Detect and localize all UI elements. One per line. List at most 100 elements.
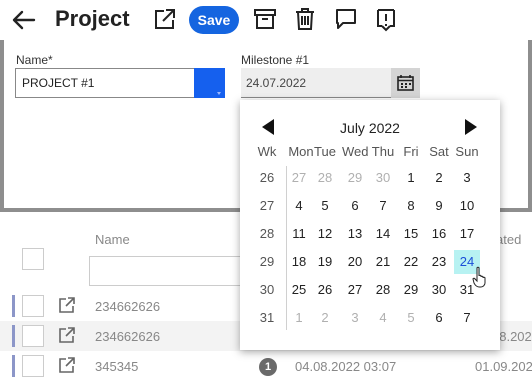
milestone-label: Milestone #1 — [241, 53, 310, 67]
archive-button[interactable] — [252, 6, 278, 32]
weekday-header: Wed — [342, 144, 369, 159]
back-button[interactable] — [8, 4, 40, 36]
calendar-day[interactable]: 17 — [454, 222, 480, 246]
hand-cursor-icon — [472, 266, 486, 288]
calendar-day[interactable]: 7 — [454, 306, 480, 330]
row-checkbox[interactable] — [22, 295, 44, 317]
open-external-icon[interactable] — [58, 356, 76, 374]
calendar-day[interactable]: 3 — [454, 166, 480, 190]
table-row[interactable]: 345345 1 04.08.2022 03:07 01.09.202 — [0, 351, 532, 381]
calendar-day[interactable]: 23 — [426, 250, 452, 274]
next-month-icon[interactable] — [465, 119, 477, 135]
week-number: 31 — [259, 310, 275, 325]
column-header-name[interactable]: Name — [95, 232, 130, 247]
calendar-day[interactable]: 28 — [370, 278, 396, 302]
calendar-day[interactable]: 11 — [286, 222, 312, 246]
comment-icon — [336, 9, 356, 29]
history-icon — [377, 9, 395, 32]
row-name: 234662626 — [95, 299, 161, 314]
calendar-day[interactable]: 1 — [286, 306, 312, 330]
calendar-day[interactable]: 29 — [342, 166, 368, 190]
week-number: 29 — [259, 254, 275, 269]
delete-icon — [296, 8, 314, 30]
comment-button[interactable] — [333, 6, 359, 32]
weekday-header: Fri — [403, 144, 419, 159]
name-label: Name* — [16, 53, 53, 67]
weekday-header: Wk — [257, 144, 277, 159]
calendar-day[interactable]: 7 — [370, 194, 396, 218]
row-checkbox[interactable] — [22, 355, 44, 377]
calendar-day[interactable]: 3 — [342, 306, 368, 330]
calendar-day[interactable]: 19 — [312, 250, 338, 274]
calendar-day[interactable]: 27 — [286, 166, 312, 190]
calendar-day[interactable]: 6 — [426, 306, 452, 330]
name-input[interactable]: PROJECT #1 — [15, 68, 195, 98]
row-indicator — [12, 325, 15, 347]
back-arrow-icon — [12, 10, 36, 30]
calendar-day[interactable]: 6 — [342, 194, 368, 218]
chevron-down-icon — [217, 92, 221, 95]
row-indicator — [12, 355, 15, 377]
calendar-day[interactable]: 18 — [286, 250, 312, 274]
calendar-icon — [397, 75, 414, 91]
calendar-day[interactable]: 2 — [312, 306, 338, 330]
calendar-month-label: July 2022 — [340, 120, 400, 136]
calendar-day[interactable]: 26 — [312, 278, 338, 302]
calendar-day[interactable]: 5 — [312, 194, 338, 218]
open-external-button[interactable] — [152, 6, 178, 32]
row-name: 234662626 — [95, 329, 161, 344]
calendar-day[interactable]: 25 — [286, 278, 312, 302]
calendar-day[interactable]: 15 — [398, 222, 424, 246]
calendar-day[interactable]: 30 — [370, 166, 396, 190]
calendar-day[interactable]: 13 — [342, 222, 368, 246]
calendar-day[interactable]: 10 — [454, 194, 480, 218]
row-checkbox[interactable] — [22, 325, 44, 347]
weekday-header: Sat — [429, 144, 449, 159]
weekday-header: Tue — [314, 144, 336, 159]
open-external-icon[interactable] — [58, 296, 76, 314]
history-button[interactable] — [373, 6, 399, 32]
calendar-day[interactable]: 4 — [286, 194, 312, 218]
week-number: 28 — [259, 226, 275, 241]
calendar-day[interactable]: 20 — [342, 250, 368, 274]
calendar-day[interactable]: 12 — [312, 222, 338, 246]
archive-icon — [254, 9, 276, 29]
page-header: Project Save — [0, 0, 532, 40]
calendar-day[interactable]: 29 — [398, 278, 424, 302]
week-number: 27 — [259, 198, 275, 213]
calendar-day[interactable]: 4 — [370, 306, 396, 330]
calendar-day[interactable]: 16 — [426, 222, 452, 246]
calendar-day[interactable]: 5 — [398, 306, 424, 330]
count-badge: 1 — [259, 358, 277, 376]
calendar-day[interactable]: 22 — [398, 250, 424, 274]
row-date: 04.08.2022 03:07 — [295, 359, 397, 374]
week-number: 26 — [259, 170, 275, 185]
save-button[interactable]: Save — [189, 6, 239, 34]
calendar-button[interactable] — [391, 68, 420, 98]
page-title: Project — [55, 6, 130, 31]
date-picker-popup: July 2022 Wk Mon Tue Wed Thu Fri Sat Sun 26 27 28 2… — [240, 100, 500, 350]
week-number: 30 — [259, 282, 275, 297]
delete-button[interactable] — [292, 6, 318, 32]
calendar-day[interactable]: 2 — [426, 166, 452, 190]
row-name: 345345 — [95, 359, 139, 374]
weekday-header: Sun — [455, 144, 479, 159]
milestone-date-input[interactable]: 24.07.2022 — [241, 68, 391, 98]
calendar-day[interactable]: 27 — [342, 278, 368, 302]
name-filter-input[interactable] — [89, 256, 249, 286]
calendar-day[interactable]: 21 — [370, 250, 396, 274]
open-external-icon — [155, 9, 175, 29]
row-created-date: 01.09.202 — [475, 359, 532, 374]
color-picker[interactable] — [194, 68, 225, 98]
calendar-day[interactable]: 28 — [312, 166, 338, 190]
weekday-header: Thu — [371, 144, 395, 159]
calendar-day[interactable]: 9 — [426, 194, 452, 218]
calendar-day[interactable]: 30 — [426, 278, 452, 302]
calendar-day[interactable]: 1 — [398, 166, 424, 190]
select-all-checkbox[interactable] — [22, 248, 44, 270]
row-indicator — [12, 295, 15, 317]
calendar-day[interactable]: 14 — [370, 222, 396, 246]
calendar-day[interactable]: 8 — [398, 194, 424, 218]
previous-month-icon[interactable] — [262, 119, 274, 135]
open-external-icon[interactable] — [58, 326, 76, 344]
